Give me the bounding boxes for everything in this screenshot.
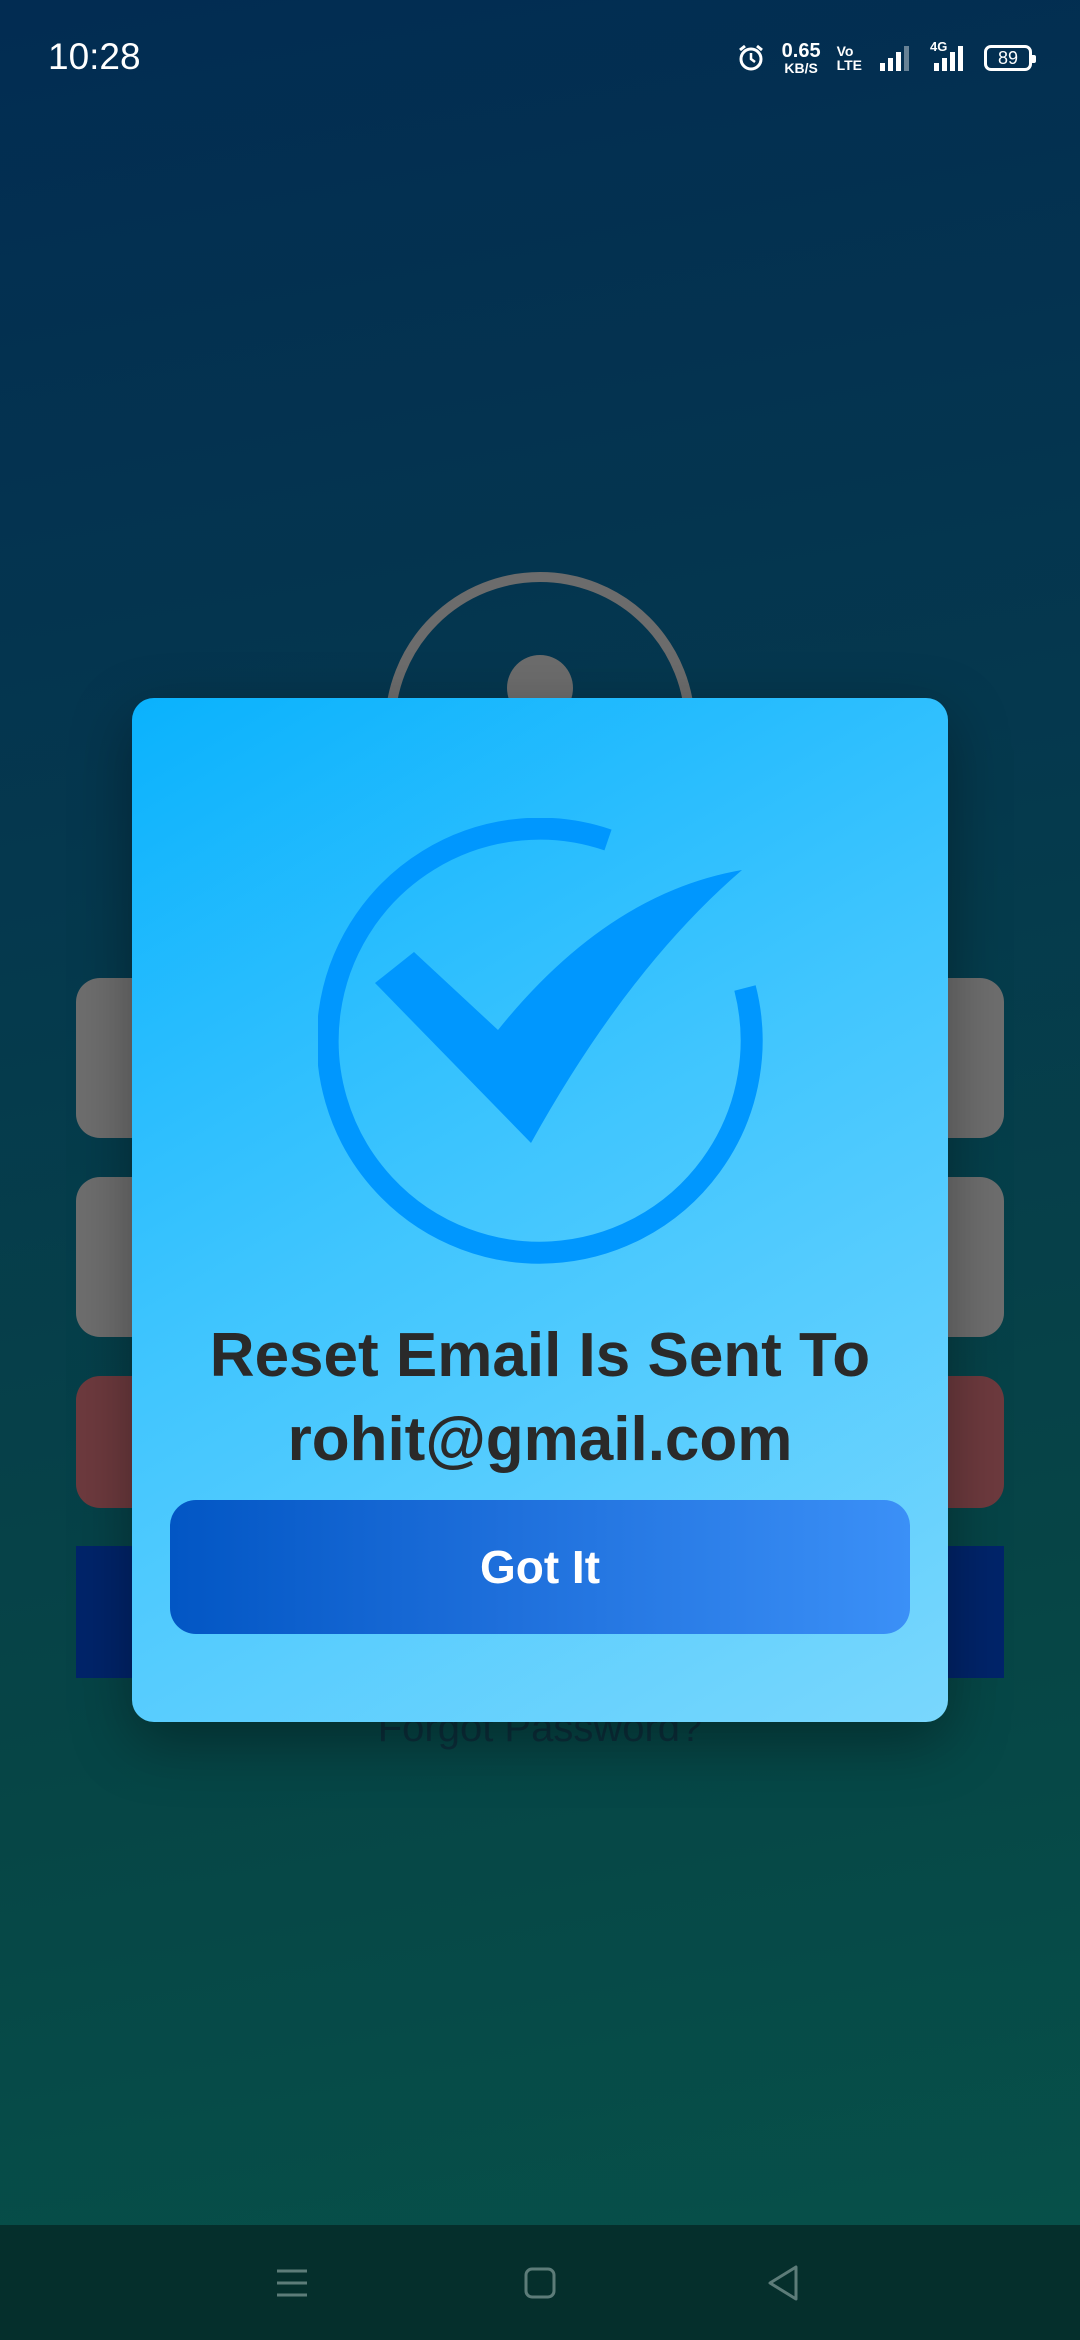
- alarm-icon: [738, 44, 763, 71]
- message-line-1: Reset Email Is Sent To: [209, 1321, 871, 1390]
- battery-icon: 89: [984, 45, 1036, 71]
- signal-4g: 4G: [928, 39, 968, 73]
- menu-icon[interactable]: [262, 2253, 322, 2313]
- clock: 10:28: [48, 36, 141, 77]
- status-bar: 10:28 0.65 KB/S Vo LTE 4G 89: [0, 0, 1080, 115]
- signal-4g-icon: [934, 46, 963, 71]
- network-speed: 0.65 KB/S: [781, 40, 821, 76]
- signal-icon: [880, 46, 909, 71]
- status-icons: 0.65 KB/S Vo LTE 4G 89: [736, 38, 1036, 78]
- message-email: rohit@gmail.com: [287, 1405, 793, 1474]
- got-it-button[interactable]: Got It: [170, 1500, 910, 1634]
- home-square-icon[interactable]: [510, 2253, 570, 2313]
- back-triangle-icon[interactable]: [756, 2253, 816, 2313]
- volte-indicator: Vo LTE: [836, 43, 862, 73]
- dialog-message: Reset Email Is Sent To rohit@gmail.com: [152, 1314, 928, 1482]
- check-circle-icon: [318, 818, 763, 1264]
- success-dialog: Reset Email Is Sent To rohit@gmail.com G…: [132, 698, 948, 1722]
- navigation-bar: [0, 2225, 1080, 2340]
